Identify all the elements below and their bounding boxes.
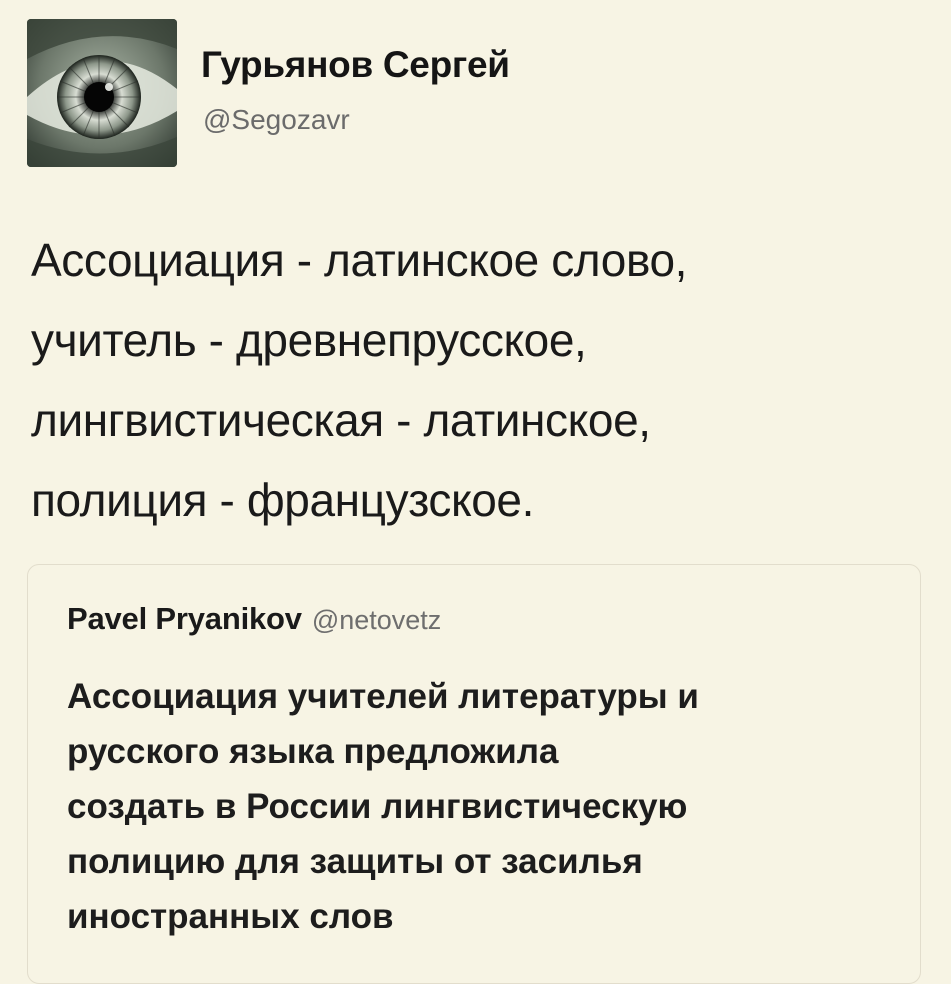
quoted-text-line: русского языка предложила [67,732,559,771]
author-handle[interactable]: @Segozavr [203,104,350,136]
quoted-text-line: создать в России лингвистическую [67,787,688,826]
tweet-text-line: лингвистическая - латинское, [31,394,651,446]
tweet-text-line: учитель - древнепрусское, [31,314,587,366]
quoted-text-line: иностранных слов [67,897,394,936]
quoted-tweet-card[interactable]: Pavel Pryanikov @netovetz Ассоциация учит… [27,564,921,984]
tweet-text-line: Ассоциация - латинское слово, [31,234,688,286]
tweet-text-line: полиция - французское. [31,474,534,526]
eye-avatar-image [27,19,177,167]
quoted-text-line: полицию для защиты от засилья [67,842,643,881]
quoted-tweet-header: Pavel Pryanikov @netovetz [67,601,441,637]
quoted-author-handle[interactable]: @netovetz [312,605,441,635]
author-avatar[interactable] [27,19,177,167]
quoted-text-line: Ассоциация учителей литературы и [67,677,699,716]
quoted-author-name[interactable]: Pavel Pryanikov [67,601,302,636]
quoted-tweet-text: Ассоциация учителей литературы и русског… [67,669,907,944]
author-name[interactable]: Гурьянов Сергей [201,44,510,86]
tweet-text: Ассоциация - латинское слово, учитель - … [31,220,931,540]
tweet: Гурьянов Сергей @Segozavr Ассоциация - л… [0,0,951,984]
